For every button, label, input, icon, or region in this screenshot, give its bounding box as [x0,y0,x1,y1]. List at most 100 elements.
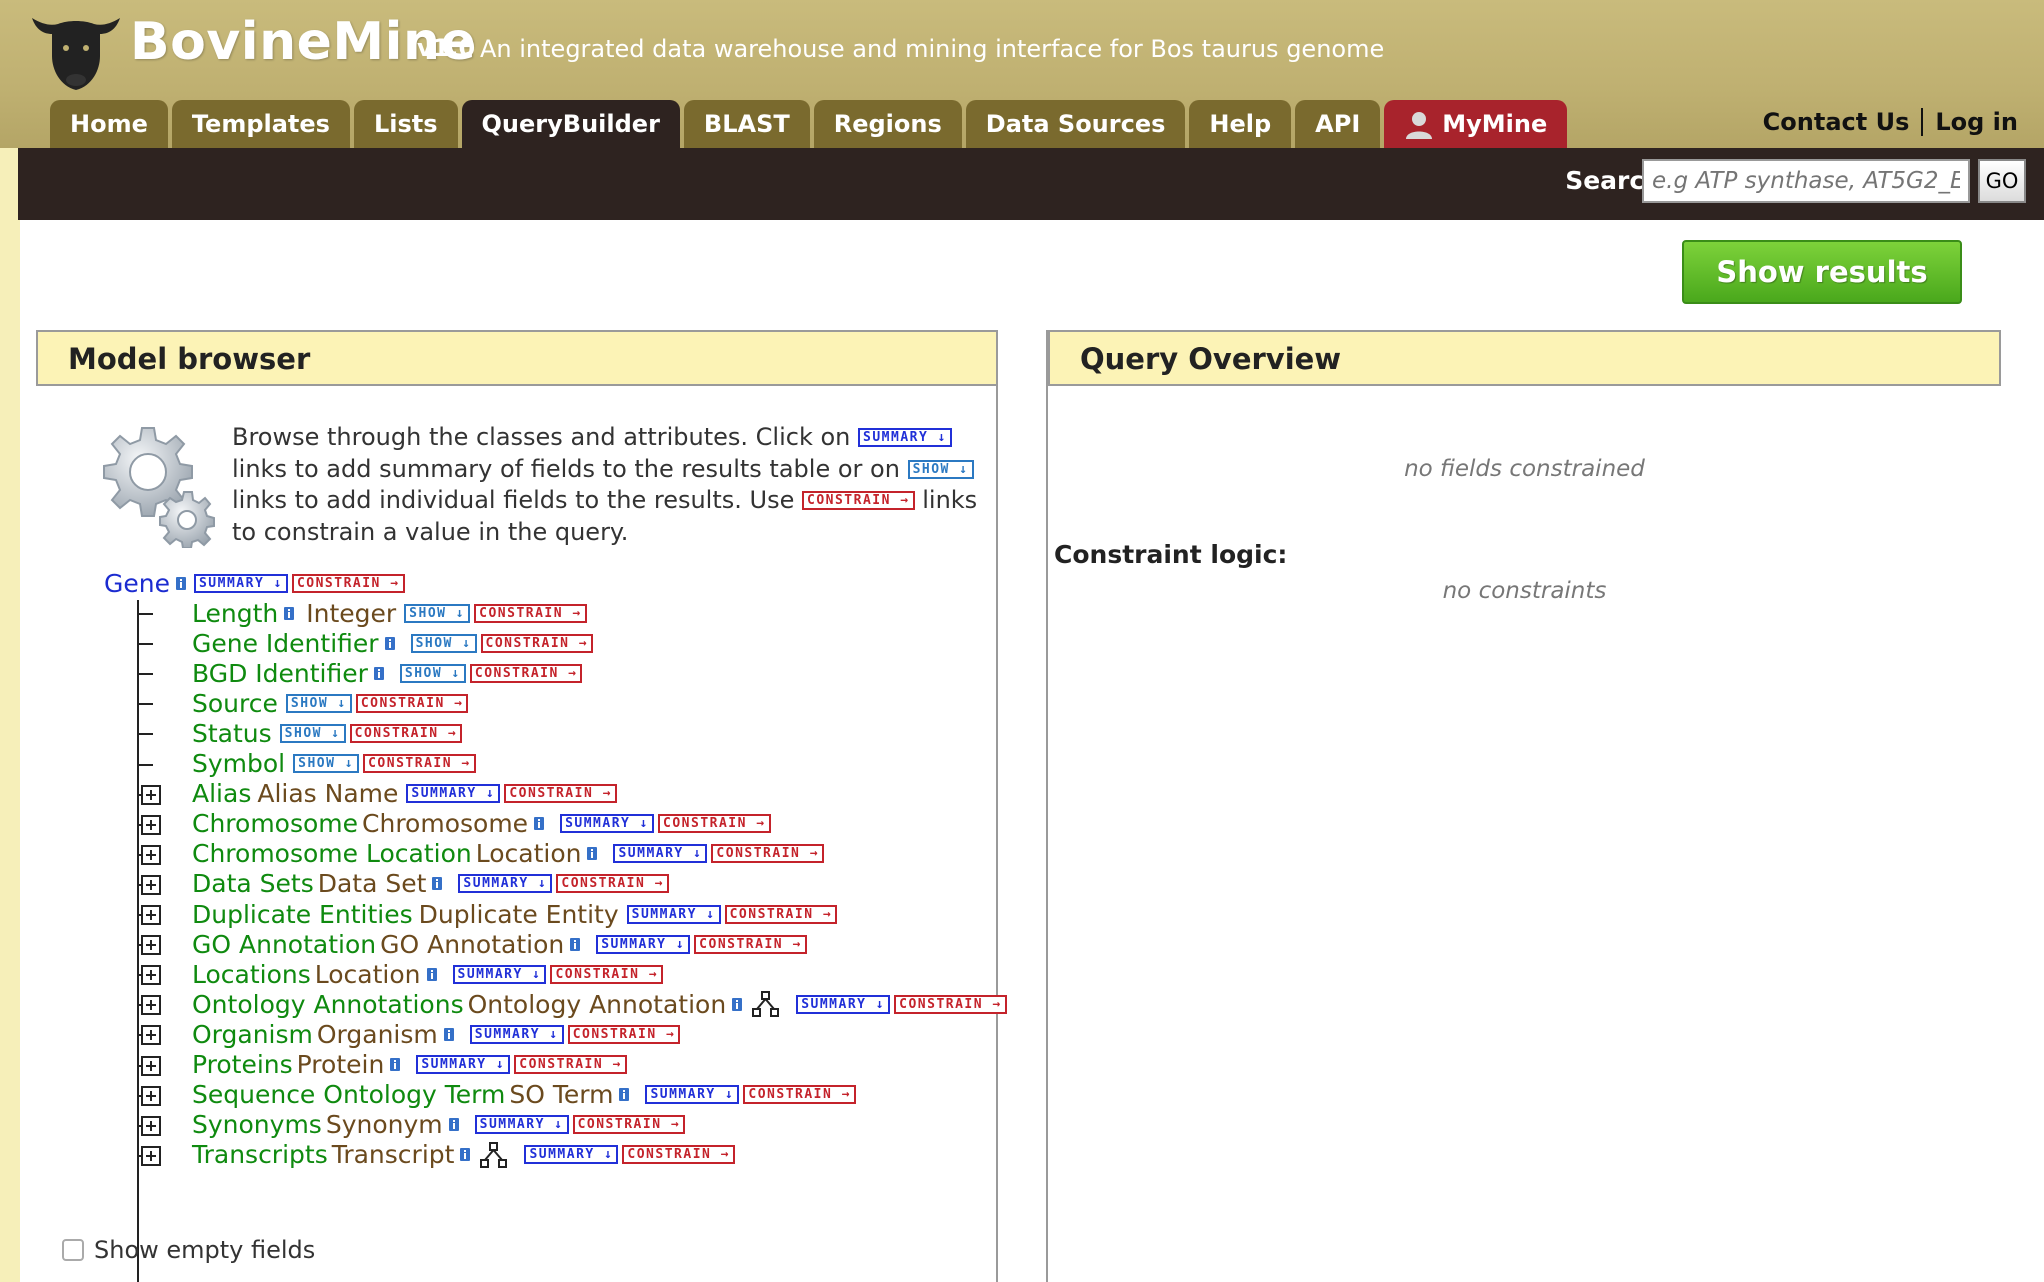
summary-button[interactable]: SUMMARY ↓ [406,784,501,804]
constrain-button[interactable]: CONSTRAIN → [550,964,664,984]
summary-button[interactable]: SUMMARY ↓ [469,1024,564,1044]
field-name[interactable]: Proteins [192,1050,293,1079]
expand-icon[interactable] [141,814,161,835]
root-class-label[interactable]: Gene [104,569,170,598]
field-name[interactable]: Chromosome [192,809,358,838]
field-name[interactable]: Data Sets [192,869,314,898]
info-icon[interactable] [448,1118,459,1132]
constrain-button[interactable]: CONSTRAIN → [504,784,617,804]
field-name[interactable]: Symbol [192,749,285,778]
expand-icon[interactable] [141,905,161,925]
info-icon[interactable] [443,1027,454,1041]
show-button[interactable]: SHOW ↓ [293,754,360,773]
field-name[interactable]: GO Annotation [192,930,376,959]
info-icon[interactable] [175,576,186,590]
summary-button[interactable]: SUMMARY ↓ [560,814,655,834]
info-icon[interactable] [373,666,384,680]
info-icon[interactable] [570,937,581,951]
expand-icon[interactable] [141,935,161,956]
show-button[interactable]: SHOW ↓ [279,723,346,743]
summary-button[interactable]: SUMMARY ↓ [796,994,891,1014]
show-results-button[interactable]: Show results [1682,240,1962,304]
search-input[interactable] [1642,159,1970,203]
field-name[interactable]: Synonyms [192,1110,322,1139]
constrain-button[interactable]: CONSTRAIN → [474,603,587,623]
field-name[interactable]: Length [192,599,278,628]
constrain-button[interactable]: CONSTRAIN → [556,874,669,894]
constrain-button[interactable]: CONSTRAIN → [363,754,476,773]
summary-button[interactable]: SUMMARY ↓ [474,1115,569,1135]
search-go-button[interactable]: GO [1978,159,2026,203]
tab-data-sources[interactable]: Data Sources [965,100,1186,148]
info-icon[interactable] [460,1148,471,1162]
constrain-button[interactable]: CONSTRAIN → [894,994,1007,1014]
field-name[interactable]: Chromosome Location [192,839,472,868]
field-name[interactable]: Duplicate Entities [192,900,413,929]
field-name[interactable]: Status [192,719,272,748]
constrain-button[interactable]: CONSTRAIN → [658,814,771,834]
field-name[interactable]: BGD Identifier [192,659,368,688]
expand-icon[interactable] [141,1025,161,1046]
expand-icon[interactable] [141,844,161,865]
tab-home[interactable]: Home [50,100,168,148]
show-button[interactable]: SHOW ↓ [404,603,471,623]
constrain-button[interactable]: CONSTRAIN → [694,934,807,954]
login-link[interactable]: Log in [1935,108,2018,136]
info-icon[interactable] [384,636,395,650]
tab-lists[interactable]: Lists [353,100,458,148]
tab-regions[interactable]: Regions [813,100,962,148]
field-name[interactable]: Alias [192,779,251,808]
field-name[interactable]: Organism [192,1020,313,1049]
info-icon[interactable] [587,847,598,861]
field-name[interactable]: Ontology Annotations [192,990,464,1019]
show-button[interactable]: SHOW ↓ [285,693,352,713]
info-icon[interactable] [390,1058,401,1071]
constrain-button[interactable]: CONSTRAIN → [514,1055,627,1074]
tab-querybuilder[interactable]: QueryBuilder [461,100,680,148]
info-icon[interactable] [432,877,443,891]
summary-button[interactable]: SUMMARY ↓ [193,573,288,593]
subclass-tree-icon[interactable] [752,990,780,1018]
expand-icon[interactable] [141,1115,161,1136]
expand-icon[interactable] [141,1055,161,1076]
summary-button[interactable]: SUMMARY ↓ [645,1085,740,1105]
info-icon[interactable] [732,997,743,1011]
expand-icon[interactable] [141,965,161,986]
tab-mymine[interactable]: MyMine [1384,100,1568,148]
summary-button[interactable]: SUMMARY ↓ [524,1145,619,1165]
constrain-button[interactable]: CONSTRAIN → [469,663,583,683]
constrain-button[interactable]: CONSTRAIN → [567,1024,681,1044]
field-name[interactable]: Gene Identifier [192,629,379,658]
info-icon[interactable] [284,606,295,620]
tab-help[interactable]: Help [1189,100,1292,148]
subclass-tree-icon[interactable] [480,1141,508,1169]
field-name[interactable]: Locations [192,960,311,989]
tab-api[interactable]: API [1295,100,1381,148]
expand-icon[interactable] [141,1145,161,1166]
tab-blast[interactable]: BLAST [683,100,810,148]
info-icon[interactable] [534,817,545,831]
summary-button[interactable]: SUMMARY ↓ [613,844,708,864]
show-button[interactable]: SHOW ↓ [399,663,466,683]
summary-button[interactable]: SUMMARY ↓ [458,874,553,894]
info-icon[interactable] [426,967,437,981]
show-empty-checkbox[interactable] [62,1239,84,1261]
show-empty-fields[interactable]: Show empty fields [62,1236,315,1264]
constrain-button[interactable]: CONSTRAIN → [349,723,463,743]
summary-button[interactable]: SUMMARY ↓ [416,1055,511,1074]
cow-logo-icon[interactable] [28,4,124,92]
constrain-button[interactable]: CONSTRAIN → [572,1115,686,1135]
expand-icon[interactable] [141,784,161,805]
info-icon[interactable] [619,1088,630,1102]
field-name[interactable]: Sequence Ontology Term [192,1080,505,1109]
constrain-button[interactable]: CONSTRAIN → [480,633,594,653]
constrain-button[interactable]: CONSTRAIN → [291,573,405,593]
summary-button[interactable]: SUMMARY ↓ [626,904,721,924]
constrain-button[interactable]: CONSTRAIN → [724,904,838,924]
show-button[interactable]: SHOW ↓ [410,633,477,653]
summary-button[interactable]: SUMMARY ↓ [596,934,691,954]
constrain-button[interactable]: CONSTRAIN → [711,844,825,864]
constrain-button[interactable]: CONSTRAIN → [355,693,469,713]
constrain-button[interactable]: CONSTRAIN → [622,1145,735,1165]
expand-icon[interactable] [141,1085,161,1106]
